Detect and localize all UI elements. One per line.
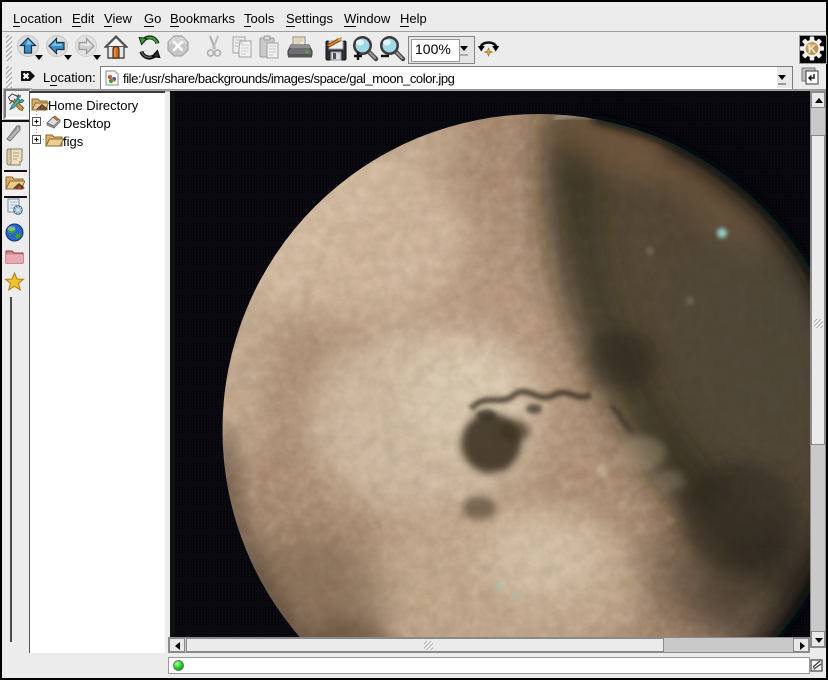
svg-text:K: K [808, 44, 817, 56]
